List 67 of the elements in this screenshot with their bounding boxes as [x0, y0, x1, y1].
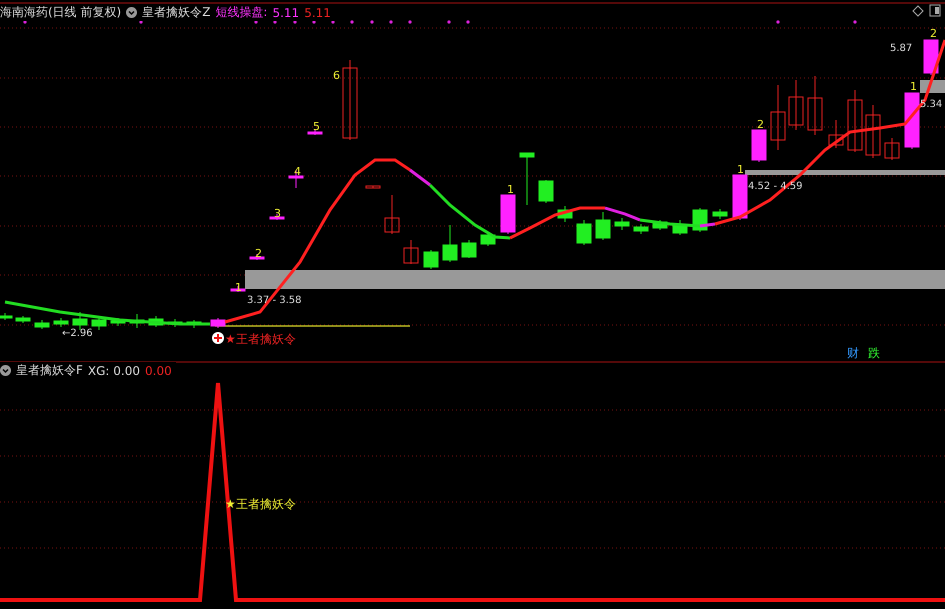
event-marker[interactable]: 财 [847, 346, 859, 360]
candlestick [828, 120, 844, 148]
candlestick [500, 194, 516, 234]
chevron-circle-icon[interactable] [0, 365, 11, 376]
candlestick [652, 220, 668, 230]
indicator-name: 皇者擒妖令F [16, 362, 83, 379]
candlestick [54, 318, 68, 328]
candlestick [924, 40, 938, 76]
candlestick [0, 312, 12, 320]
stock-title: 海南海药(日线 前复权) [0, 4, 122, 21]
step-label: 2 [930, 27, 937, 40]
candlestick [904, 92, 920, 150]
signal-label: ★王者擒妖令 [225, 332, 296, 346]
price-label: 3.37 - 3.58 [247, 295, 302, 306]
step-label: 1 [507, 183, 514, 196]
step-label: 3 [274, 207, 281, 220]
price-label: 5.87 [890, 43, 912, 54]
candlestick [34, 320, 50, 330]
candlestick [92, 316, 106, 330]
indicator-value: 0.00 [145, 364, 172, 378]
candlestick [404, 240, 418, 264]
event-marker[interactable]: 跌 [868, 346, 880, 360]
step-label: 2 [757, 118, 764, 131]
candlestick [808, 76, 822, 136]
candlestick [384, 194, 400, 234]
candlestick [634, 224, 648, 234]
step-label: 4 [294, 165, 301, 178]
indicator-name: 皇者擒妖令Z [142, 4, 210, 21]
panel-toggle-icon[interactable] [930, 4, 940, 16]
candlestick [732, 174, 748, 220]
candlestick [424, 250, 438, 270]
candlestick [366, 186, 380, 188]
candlestick [788, 80, 804, 130]
indicator-value: 5.11 [304, 6, 331, 20]
step-label: 5 [313, 120, 320, 133]
candlestick [538, 180, 554, 204]
candlestick [752, 130, 766, 162]
candlestick [210, 318, 226, 328]
plus-circle-icon [212, 332, 224, 344]
price-label: ←2.96 [62, 328, 93, 339]
chevron-circle-icon[interactable] [126, 7, 138, 18]
indicator-value: 5.11 [272, 6, 300, 20]
step-label: 1 [910, 80, 917, 93]
candlestick [520, 152, 534, 206]
candlestick [614, 218, 630, 230]
candlestick [462, 240, 476, 258]
candlestick [672, 220, 688, 236]
candlestick [442, 224, 458, 262]
candlestick [130, 314, 144, 328]
candlestick [596, 212, 610, 240]
line-label: 短线操盘: [215, 4, 268, 21]
candlestick [848, 90, 862, 152]
candlestick [72, 312, 88, 330]
candlestick [712, 208, 728, 220]
candlestick [558, 206, 572, 222]
candlestick [480, 232, 496, 246]
candlestick [884, 138, 900, 160]
candlestick [770, 84, 786, 150]
candlestick [576, 220, 592, 246]
candlestick [866, 104, 880, 158]
candlestick [16, 316, 30, 324]
indicator-reading: XG: 0.00 [88, 364, 140, 378]
candlestick [110, 318, 126, 326]
diamond-icon[interactable] [912, 5, 924, 17]
step-label: 2 [255, 247, 262, 260]
step-label: 6 [333, 69, 340, 82]
step-label: 1 [737, 163, 744, 176]
